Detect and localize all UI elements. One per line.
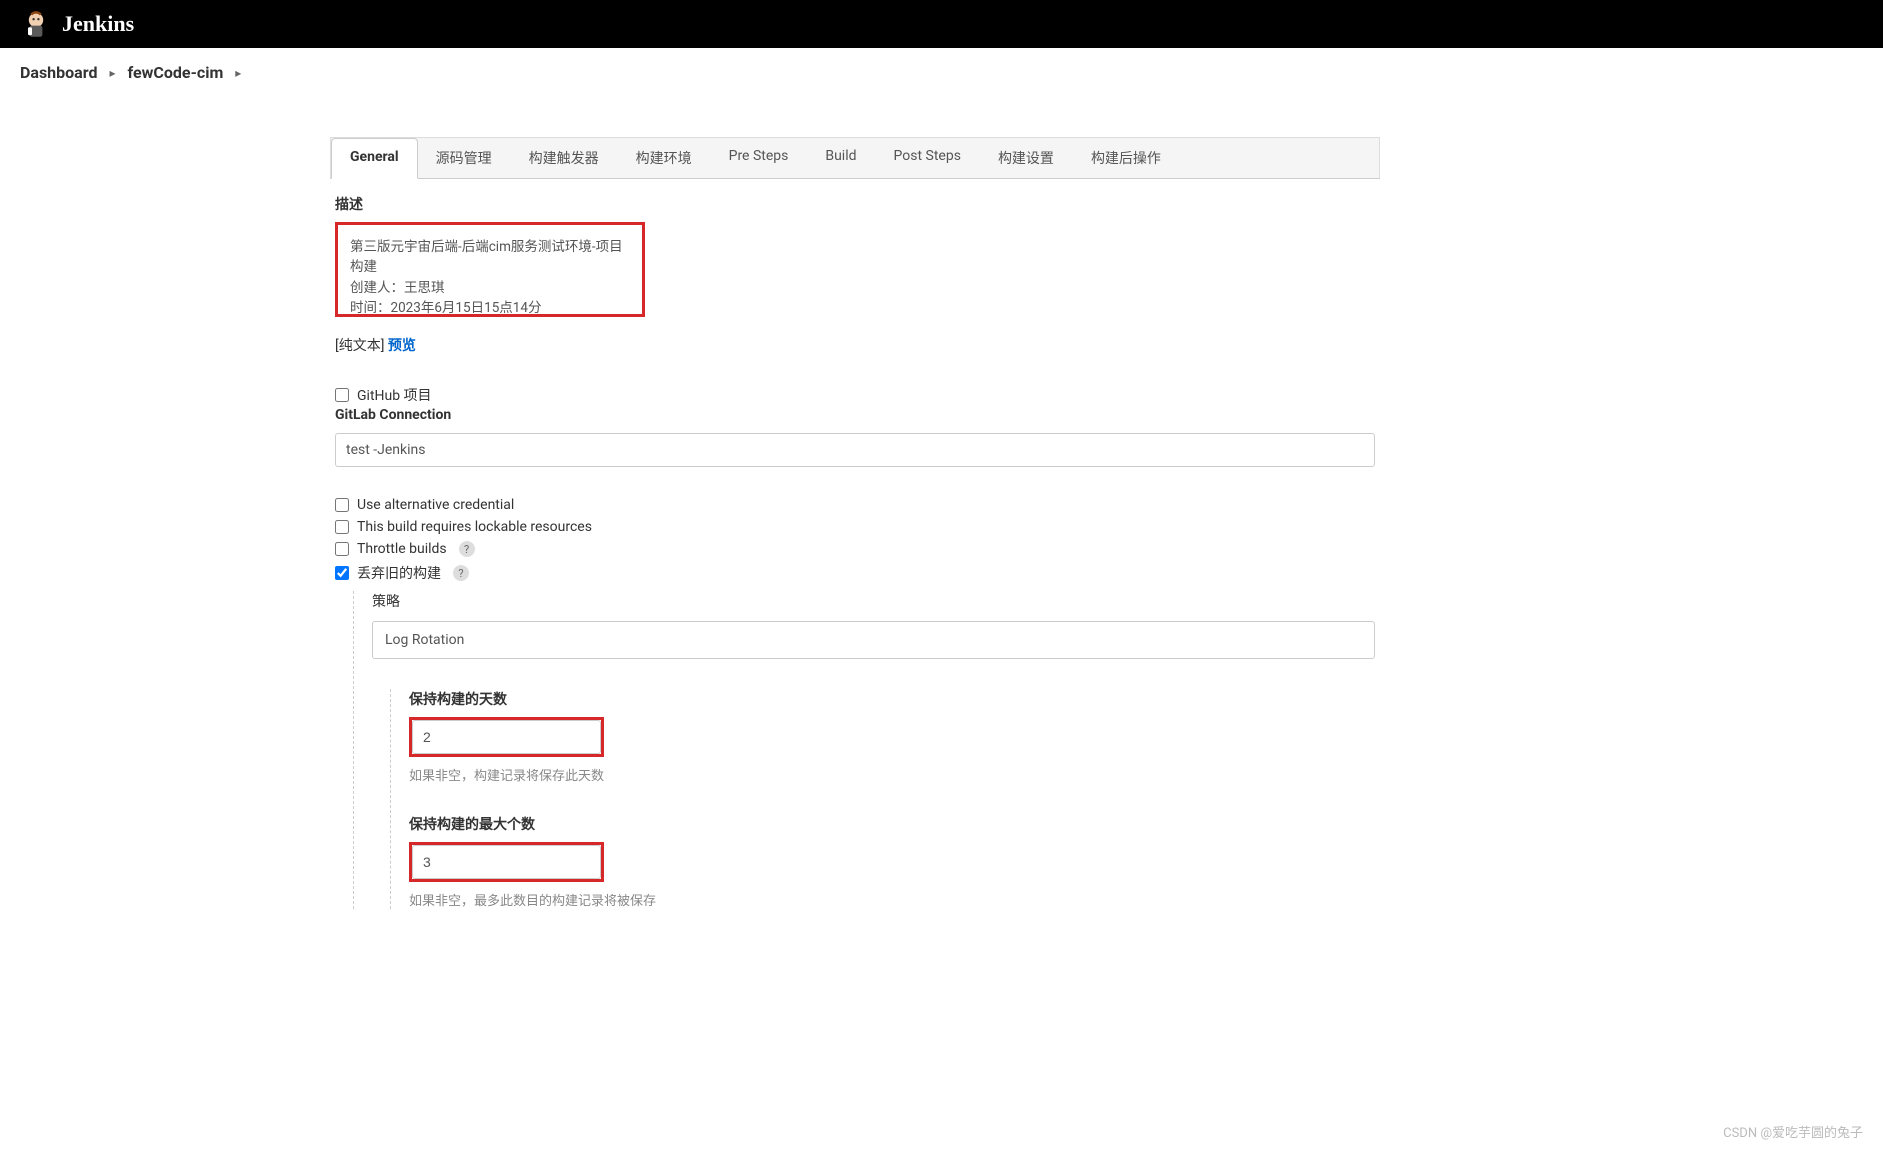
gitlab-connection-label: GitLab Connection	[335, 407, 1375, 423]
description-line: 时间：2023年6月15日15点14分	[350, 298, 630, 318]
max-keep-hint: 如果非空，最多此数目的构建记录将被保存	[409, 890, 1375, 909]
preview-link[interactable]: 预览	[388, 338, 416, 354]
days-keep-label: 保持构建的天数	[409, 689, 1375, 709]
discard-old-row: 丢弃旧的构建 ?	[335, 563, 1375, 583]
chevron-right-icon: ▸	[109, 66, 115, 80]
help-icon[interactable]: ?	[459, 541, 475, 557]
days-keep-hint: 如果非空，构建记录将保存此天数	[409, 765, 1375, 784]
strategy-label: 策略	[372, 591, 1375, 611]
tab-postbuild[interactable]: 构建后操作	[1073, 138, 1180, 178]
plaintext-row: [纯文本] 预览	[335, 335, 1375, 355]
breadcrumb-dashboard[interactable]: Dashboard	[20, 63, 97, 82]
config-tabs: General 源码管理 构建触发器 构建环境 Pre Steps Build …	[330, 137, 1380, 179]
alt-credential-label[interactable]: Use alternative credential	[357, 497, 514, 513]
breadcrumb: Dashboard ▸ fewCode-cim ▸	[0, 48, 1883, 97]
max-keep-label: 保持构建的最大个数	[409, 814, 1375, 834]
days-keep-group: 保持构建的天数 如果非空，构建记录将保存此天数	[409, 689, 1375, 784]
github-project-row: GitHub 项目	[335, 385, 1375, 405]
breadcrumb-project[interactable]: fewCode-cim	[127, 63, 223, 82]
github-project-label[interactable]: GitHub 项目	[357, 385, 432, 405]
discard-section: 策略 Log Rotation 保持构建的天数 如果非空，构建记录将保存此天数 …	[353, 591, 1375, 909]
github-project-checkbox[interactable]	[335, 388, 349, 402]
tab-poststeps[interactable]: Post Steps	[876, 138, 980, 178]
top-header: Jenkins	[0, 0, 1883, 48]
main-content: General 源码管理 构建触发器 构建环境 Pre Steps Build …	[0, 97, 1400, 944]
watermark: CSDN @爱吃芋圆的兔子	[1723, 1122, 1863, 1141]
max-keep-highlight	[409, 842, 604, 882]
throttle-checkbox[interactable]	[335, 542, 349, 556]
lockable-checkbox[interactable]	[335, 520, 349, 534]
help-icon[interactable]: ?	[453, 565, 469, 581]
days-keep-input[interactable]	[412, 720, 601, 754]
lockable-label[interactable]: This build requires lockable resources	[357, 519, 592, 535]
logo-text: Jenkins	[62, 11, 134, 37]
description-label: 描述	[335, 194, 1375, 214]
plaintext-label: [纯文本]	[335, 338, 384, 354]
alt-credential-checkbox[interactable]	[335, 498, 349, 512]
discard-old-checkbox[interactable]	[335, 566, 349, 580]
description-textarea[interactable]: 第三版元宇宙后端-后端cim服务测试环境-项目构建 创建人：王思琪 时间：202…	[335, 222, 645, 317]
throttle-label[interactable]: Throttle builds	[357, 541, 447, 557]
max-keep-group: 保持构建的最大个数 如果非空，最多此数目的构建记录将被保存	[409, 814, 1375, 909]
days-keep-highlight	[409, 717, 604, 757]
max-keep-input[interactable]	[412, 845, 601, 879]
logo[interactable]: Jenkins	[20, 8, 134, 40]
tab-settings[interactable]: 构建设置	[980, 138, 1073, 178]
jenkins-icon	[20, 8, 52, 40]
tab-presteps[interactable]: Pre Steps	[711, 138, 808, 178]
strategy-select[interactable]: Log Rotation	[372, 621, 1375, 659]
discard-old-label[interactable]: 丢弃旧的构建	[357, 563, 441, 583]
gitlab-connection-select[interactable]: test -Jenkins	[335, 433, 1375, 467]
tab-env[interactable]: 构建环境	[618, 138, 711, 178]
alt-credential-row: Use alternative credential	[335, 497, 1375, 513]
tab-triggers[interactable]: 构建触发器	[511, 138, 618, 178]
description-line: 第三版元宇宙后端-后端cim服务测试环境-项目构建	[350, 237, 630, 278]
tab-content: 描述 第三版元宇宙后端-后端cim服务测试环境-项目构建 创建人：王思琪 时间：…	[330, 179, 1380, 924]
description-line: 创建人：王思琪	[350, 278, 630, 298]
lockable-row: This build requires lockable resources	[335, 519, 1375, 535]
tab-scm[interactable]: 源码管理	[418, 138, 511, 178]
chevron-right-icon: ▸	[235, 66, 241, 80]
tab-build[interactable]: Build	[807, 138, 875, 178]
throttle-row: Throttle builds ?	[335, 541, 1375, 557]
tab-general[interactable]: General	[331, 138, 418, 179]
rotation-fields: 保持构建的天数 如果非空，构建记录将保存此天数 保持构建的最大个数 如果非空，最…	[390, 689, 1375, 909]
